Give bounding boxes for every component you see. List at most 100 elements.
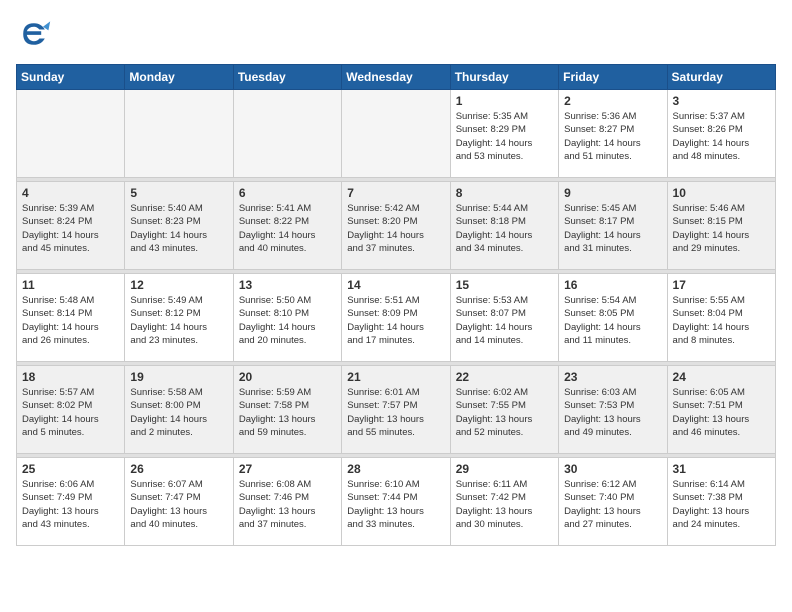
day-number: 28 <box>347 462 444 476</box>
calendar-cell: 2 Sunrise: 5:36 AM Sunset: 8:27 PM Daylig… <box>559 90 667 178</box>
day-number: 4 <box>22 186 119 200</box>
day-info: Sunrise: 5:45 AM Sunset: 8:17 PM Dayligh… <box>564 202 661 255</box>
day-number: 8 <box>456 186 553 200</box>
day-number: 13 <box>239 278 336 292</box>
calendar-cell: 15 Sunrise: 5:53 AM Sunset: 8:07 PM Dayli… <box>450 274 558 362</box>
calendar-week-row: 18 Sunrise: 5:57 AM Sunset: 8:02 PM Dayli… <box>17 366 776 454</box>
day-info: Sunrise: 5:37 AM Sunset: 8:26 PM Dayligh… <box>673 110 770 163</box>
day-info: Sunrise: 6:01 AM Sunset: 7:57 PM Dayligh… <box>347 386 444 439</box>
calendar-header-row: SundayMondayTuesdayWednesdayThursdayFrid… <box>17 65 776 90</box>
day-number: 22 <box>456 370 553 384</box>
day-header-friday: Friday <box>559 65 667 90</box>
day-info: Sunrise: 6:02 AM Sunset: 7:55 PM Dayligh… <box>456 386 553 439</box>
day-info: Sunrise: 5:50 AM Sunset: 8:10 PM Dayligh… <box>239 294 336 347</box>
day-number: 12 <box>130 278 227 292</box>
calendar-cell: 17 Sunrise: 5:55 AM Sunset: 8:04 PM Dayli… <box>667 274 775 362</box>
calendar-cell: 31 Sunrise: 6:14 AM Sunset: 7:38 PM Dayli… <box>667 458 775 546</box>
day-number: 6 <box>239 186 336 200</box>
day-number: 25 <box>22 462 119 476</box>
calendar-week-row: 4Sunrise: 5:39 AM Sunset: 8:24 PM Daylig… <box>17 182 776 270</box>
day-number: 20 <box>239 370 336 384</box>
day-number: 17 <box>673 278 770 292</box>
day-header-thursday: Thursday <box>450 65 558 90</box>
calendar-cell: 9 Sunrise: 5:45 AM Sunset: 8:17 PM Daylig… <box>559 182 667 270</box>
day-number: 24 <box>673 370 770 384</box>
day-number: 10 <box>673 186 770 200</box>
day-info: Sunrise: 6:11 AM Sunset: 7:42 PM Dayligh… <box>456 478 553 531</box>
calendar-cell: 5 Sunrise: 5:40 AM Sunset: 8:23 PM Daylig… <box>125 182 233 270</box>
day-info: Sunrise: 6:14 AM Sunset: 7:38 PM Dayligh… <box>673 478 770 531</box>
calendar-cell: 22 Sunrise: 6:02 AM Sunset: 7:55 PM Dayli… <box>450 366 558 454</box>
day-header-tuesday: Tuesday <box>233 65 341 90</box>
calendar-cell <box>17 90 125 178</box>
day-info: Sunrise: 6:08 AM Sunset: 7:46 PM Dayligh… <box>239 478 336 531</box>
calendar-cell: 16Sunrise: 5:54 AM Sunset: 8:05 PM Dayli… <box>559 274 667 362</box>
calendar-cell: 18 Sunrise: 5:57 AM Sunset: 8:02 PM Dayli… <box>17 366 125 454</box>
day-number: 15 <box>456 278 553 292</box>
calendar-cell: 6Sunrise: 5:41 AM Sunset: 8:22 PM Daylig… <box>233 182 341 270</box>
day-number: 29 <box>456 462 553 476</box>
day-number: 9 <box>564 186 661 200</box>
day-info: Sunrise: 5:35 AM Sunset: 8:29 PM Dayligh… <box>456 110 553 163</box>
day-number: 21 <box>347 370 444 384</box>
day-number: 23 <box>564 370 661 384</box>
day-number: 11 <box>22 278 119 292</box>
calendar-week-row: 11Sunrise: 5:48 AM Sunset: 8:14 PM Dayli… <box>17 274 776 362</box>
calendar-cell: 3 Sunrise: 5:37 AM Sunset: 8:26 PM Daylig… <box>667 90 775 178</box>
calendar-week-row: 25 Sunrise: 6:06 AM Sunset: 7:49 PM Dayli… <box>17 458 776 546</box>
day-info: Sunrise: 5:42 AM Sunset: 8:20 PM Dayligh… <box>347 202 444 255</box>
calendar-cell: 30Sunrise: 6:12 AM Sunset: 7:40 PM Dayli… <box>559 458 667 546</box>
day-header-sunday: Sunday <box>17 65 125 90</box>
page-header <box>16 16 776 52</box>
day-info: Sunrise: 5:46 AM Sunset: 8:15 PM Dayligh… <box>673 202 770 255</box>
calendar-cell: 7 Sunrise: 5:42 AM Sunset: 8:20 PM Daylig… <box>342 182 450 270</box>
day-number: 31 <box>673 462 770 476</box>
day-number: 3 <box>673 94 770 108</box>
day-info: Sunrise: 6:05 AM Sunset: 7:51 PM Dayligh… <box>673 386 770 439</box>
calendar-cell <box>233 90 341 178</box>
day-info: Sunrise: 5:58 AM Sunset: 8:00 PM Dayligh… <box>130 386 227 439</box>
day-info: Sunrise: 6:07 AM Sunset: 7:47 PM Dayligh… <box>130 478 227 531</box>
day-number: 27 <box>239 462 336 476</box>
calendar-cell <box>125 90 233 178</box>
day-number: 16 <box>564 278 661 292</box>
day-info: Sunrise: 6:10 AM Sunset: 7:44 PM Dayligh… <box>347 478 444 531</box>
calendar-cell: 19 Sunrise: 5:58 AM Sunset: 8:00 PM Dayli… <box>125 366 233 454</box>
calendar-cell <box>342 90 450 178</box>
day-info: Sunrise: 5:40 AM Sunset: 8:23 PM Dayligh… <box>130 202 227 255</box>
calendar-cell: 25 Sunrise: 6:06 AM Sunset: 7:49 PM Dayli… <box>17 458 125 546</box>
day-info: Sunrise: 6:06 AM Sunset: 7:49 PM Dayligh… <box>22 478 119 531</box>
day-number: 30 <box>564 462 661 476</box>
calendar-cell: 11Sunrise: 5:48 AM Sunset: 8:14 PM Dayli… <box>17 274 125 362</box>
day-number: 1 <box>456 94 553 108</box>
calendar-cell: 26 Sunrise: 6:07 AM Sunset: 7:47 PM Dayli… <box>125 458 233 546</box>
calendar-cell: 13 Sunrise: 5:50 AM Sunset: 8:10 PM Dayli… <box>233 274 341 362</box>
day-number: 2 <box>564 94 661 108</box>
day-info: Sunrise: 5:44 AM Sunset: 8:18 PM Dayligh… <box>456 202 553 255</box>
day-info: Sunrise: 5:51 AM Sunset: 8:09 PM Dayligh… <box>347 294 444 347</box>
day-number: 5 <box>130 186 227 200</box>
calendar-cell: 12Sunrise: 5:49 AM Sunset: 8:12 PM Dayli… <box>125 274 233 362</box>
day-header-saturday: Saturday <box>667 65 775 90</box>
day-number: 26 <box>130 462 227 476</box>
calendar-cell: 1 Sunrise: 5:35 AM Sunset: 8:29 PM Daylig… <box>450 90 558 178</box>
day-number: 7 <box>347 186 444 200</box>
day-info: Sunrise: 5:53 AM Sunset: 8:07 PM Dayligh… <box>456 294 553 347</box>
day-info: Sunrise: 5:59 AM Sunset: 7:58 PM Dayligh… <box>239 386 336 439</box>
day-info: Sunrise: 6:03 AM Sunset: 7:53 PM Dayligh… <box>564 386 661 439</box>
calendar-cell: 23 Sunrise: 6:03 AM Sunset: 7:53 PM Dayli… <box>559 366 667 454</box>
day-number: 19 <box>130 370 227 384</box>
calendar-cell: 8 Sunrise: 5:44 AM Sunset: 8:18 PM Daylig… <box>450 182 558 270</box>
calendar-cell: 14 Sunrise: 5:51 AM Sunset: 8:09 PM Dayli… <box>342 274 450 362</box>
calendar-cell: 10 Sunrise: 5:46 AM Sunset: 8:15 PM Dayli… <box>667 182 775 270</box>
day-info: Sunrise: 5:36 AM Sunset: 8:27 PM Dayligh… <box>564 110 661 163</box>
calendar-week-row: 1 Sunrise: 5:35 AM Sunset: 8:29 PM Daylig… <box>17 90 776 178</box>
day-number: 18 <box>22 370 119 384</box>
day-info: Sunrise: 5:57 AM Sunset: 8:02 PM Dayligh… <box>22 386 119 439</box>
day-number: 14 <box>347 278 444 292</box>
day-header-monday: Monday <box>125 65 233 90</box>
day-header-wednesday: Wednesday <box>342 65 450 90</box>
calendar-cell: 29 Sunrise: 6:11 AM Sunset: 7:42 PM Dayli… <box>450 458 558 546</box>
calendar-cell: 4Sunrise: 5:39 AM Sunset: 8:24 PM Daylig… <box>17 182 125 270</box>
day-info: Sunrise: 5:55 AM Sunset: 8:04 PM Dayligh… <box>673 294 770 347</box>
